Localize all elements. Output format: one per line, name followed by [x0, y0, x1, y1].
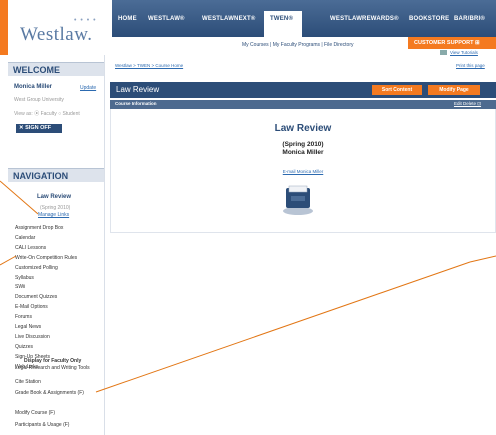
topnav-home[interactable]: HOME	[118, 16, 137, 22]
topnav-twen[interactable]: TWEN®	[270, 16, 293, 22]
course-info-panel: Law Review (Spring 2010) Monica Miller E…	[110, 109, 496, 233]
nav-item-grade-book[interactable]: Grade Book & Assignments (F)	[15, 390, 84, 396]
view-tutorials-link[interactable]: View Tutorials	[450, 50, 478, 55]
sidebar-item[interactable]: Forums	[15, 314, 32, 320]
sidebar-item[interactable]: Write-On Competition Rules	[15, 255, 77, 261]
page-title: Law Review	[116, 85, 160, 94]
nav-item-participants[interactable]: Participants & Usage (F)	[15, 422, 69, 428]
modify-page-button[interactable]: Modify Page	[428, 85, 480, 95]
faculty-links[interactable]: My Courses | My Faculty Programs | File …	[242, 42, 354, 48]
sidebar-item[interactable]: Calendar	[15, 235, 35, 241]
sidebar-item[interactable]: E-Mail Options	[15, 304, 48, 310]
sidebar-item[interactable]: Quizzes	[15, 344, 33, 350]
tutorial-icon	[440, 50, 447, 55]
nav-term: (Spring 2010)	[40, 205, 71, 211]
user-name: Monica Miller	[14, 84, 53, 90]
print-page-link[interactable]: Print this page	[456, 63, 485, 68]
course-info-actions[interactable]: Edit Delete ⊡	[454, 101, 481, 107]
sidebar-item[interactable]: Legal News	[15, 324, 41, 330]
brand-accent-bar	[0, 0, 8, 55]
logo-dots: • • • •	[74, 17, 97, 24]
faculty-only-heading: Display for Faculty Only	[24, 358, 82, 364]
course-term: (Spring 2010)	[282, 141, 324, 148]
sidebar-item[interactable]: Assignment Drop Box	[15, 225, 63, 231]
email-instructor-link[interactable]: E-mail Monica Miller	[111, 169, 495, 174]
nav-item-lrw-tools[interactable]: Legal Research and Writing Tools	[15, 365, 90, 371]
topnav-westlaw[interactable]: WESTLAW®	[148, 16, 185, 22]
sidebar-item[interactable]: Document Quizzes	[15, 294, 57, 300]
sidebar-item[interactable]: SWii	[15, 284, 25, 290]
manage-links[interactable]: Manage Links	[38, 212, 69, 218]
topnav-westlawrewards[interactable]: WESTLAWREWARDS®	[330, 16, 399, 22]
sign-off-button[interactable]: ✕ SIGN OFF	[16, 124, 62, 133]
sidebar-item[interactable]: Live Discussion	[15, 334, 50, 340]
column-divider	[104, 55, 105, 435]
sort-content-button[interactable]: Sort Content	[372, 85, 422, 95]
topnav-barbri[interactable]: BAR/BRI®	[454, 16, 485, 22]
tab-twen-active-bg	[264, 11, 302, 37]
topnav-bookstore[interactable]: BOOKSTORE	[409, 16, 449, 22]
course-instructor: Monica Miller	[282, 149, 324, 156]
course-info-label: Course Information	[115, 101, 157, 106]
nav-course-title: Law Review	[37, 194, 72, 200]
update-link[interactable]: Update	[80, 85, 96, 91]
top-navigation: HOME WESTLAW® WESTLAWNEXT® TWEN® WESTLAW…	[112, 0, 496, 37]
navigation-heading: NAVIGATION	[8, 168, 104, 182]
course-info-bar: Course Information Edit Delete ⊡	[110, 100, 496, 109]
sub-navigation: My Courses | My Faculty Programs | File …	[112, 37, 496, 55]
course-title: Law Review	[274, 123, 332, 134]
nav-item-cite-station[interactable]: Cite Station	[15, 379, 41, 385]
westlaw-logo[interactable]: Westlaw.	[20, 24, 92, 46]
school-name: West Group University	[14, 97, 64, 103]
breadcrumb[interactable]: Westlaw > TWEN > Course Home	[115, 63, 183, 68]
twen-book-icon	[283, 185, 313, 215]
sidebar-item[interactable]: CALI Lessons	[15, 245, 46, 251]
view-as-radio[interactable]: View as: ⦿ Faculty ○ Student	[14, 110, 80, 117]
logo-area: • • • • Westlaw.	[8, 0, 112, 55]
customer-support-button[interactable]: CUSTOMER SUPPORT ⊞	[408, 37, 496, 49]
page-header-bar: Law Review Sort Content Modify Page	[110, 82, 496, 98]
topnav-westlawnext[interactable]: WESTLAWNEXT®	[202, 16, 256, 22]
nav-item-modify-course[interactable]: Modify Course (F)	[15, 410, 55, 416]
welcome-heading: WELCOME	[8, 62, 104, 76]
sidebar-item[interactable]: Customized Polling	[15, 265, 58, 271]
sidebar-item[interactable]: Syllabus	[15, 275, 34, 281]
